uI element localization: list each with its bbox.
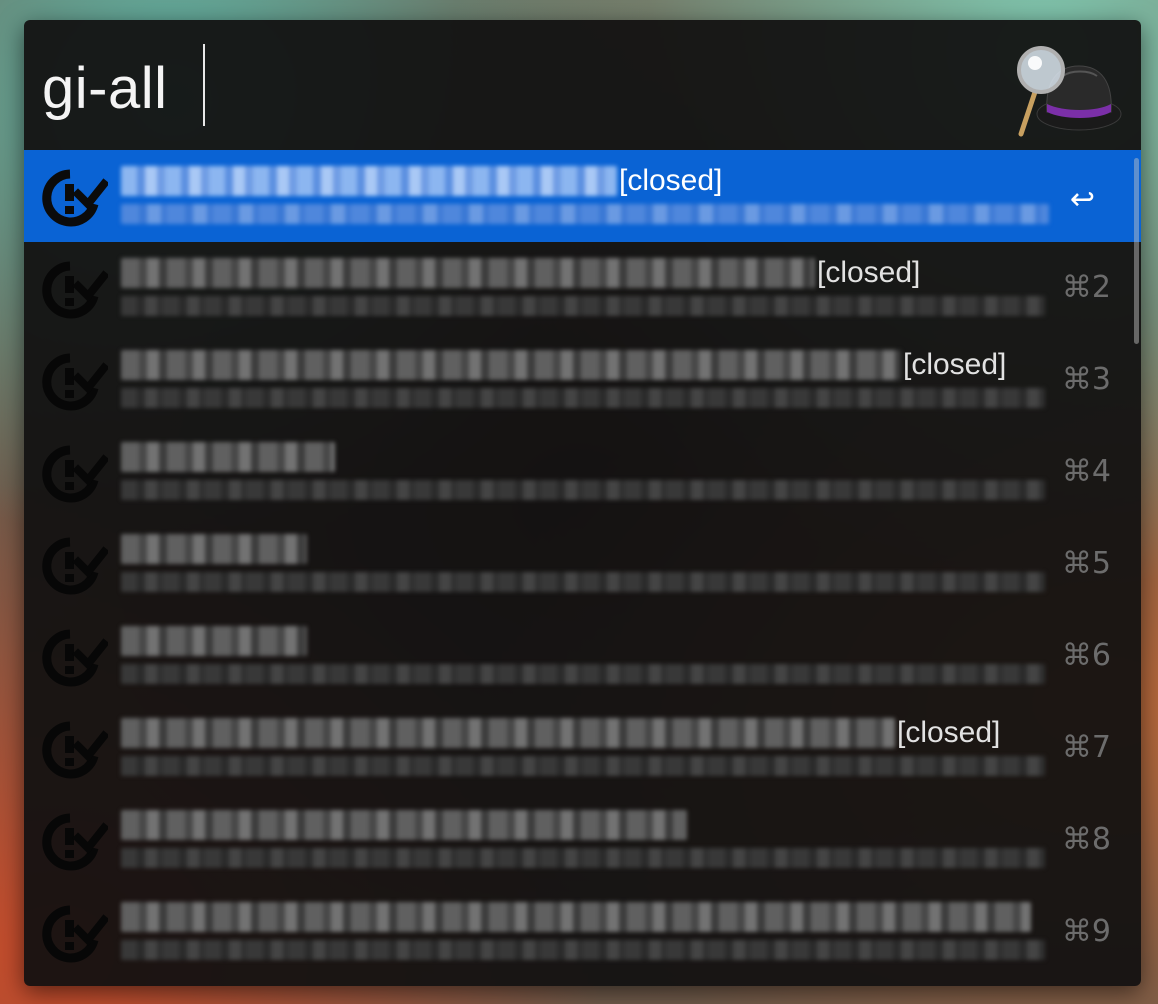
shortcut-hint: ⌘8 [1061, 822, 1111, 857]
redacted-title [121, 718, 895, 748]
redacted-title [121, 810, 687, 840]
shortcut-hint: ⌘6 [1061, 638, 1111, 673]
return-key-hint: ↩ [1069, 182, 1095, 217]
result-row-9[interactable]: ⌘9 [24, 886, 1141, 978]
issue-closed-icon [42, 261, 108, 319]
result-title [121, 898, 1033, 936]
shortcut-hint: ⌘2 [1061, 270, 1111, 305]
result-subtitle [121, 296, 1045, 316]
redacted-title [121, 534, 307, 564]
shortcut-hint: ⌘4 [1061, 454, 1111, 489]
result-title: [closed] [121, 254, 920, 292]
redacted-title [121, 350, 901, 380]
result-subtitle [121, 940, 1045, 960]
result-title: [closed] [121, 714, 1000, 752]
result-title [121, 530, 309, 568]
shortcut-hint: ⌘7 [1061, 730, 1111, 765]
issue-closed-icon [42, 721, 108, 779]
result-row-5[interactable]: ⌘5 [24, 518, 1141, 610]
status-label: [closed] [903, 348, 1007, 381]
issue-closed-icon [42, 537, 108, 595]
result-subtitle [121, 756, 1045, 776]
issue-closed-icon [42, 629, 108, 687]
issue-closed-icon [42, 169, 108, 227]
redacted-title [121, 442, 335, 472]
result-subtitle [121, 848, 1045, 868]
result-row-3[interactable]: [closed] ⌘3 [24, 334, 1141, 426]
redacted-title [121, 258, 815, 288]
text-caret [203, 44, 205, 126]
result-subtitle [121, 204, 1049, 224]
alfred-hat-magnifier-icon [1017, 46, 1122, 137]
shortcut-hint: ⌘3 [1061, 362, 1111, 397]
status-label: [closed] [817, 256, 921, 289]
issue-closed-icon [42, 813, 108, 871]
alfred-window: gi-all [closed] ↩ [closed] ⌘2 [closed] ⌘… [24, 20, 1141, 986]
result-title [121, 806, 689, 844]
result-subtitle [121, 664, 1045, 684]
result-title: [closed] [121, 346, 1006, 384]
result-row-7[interactable]: [closed] ⌘7 [24, 702, 1141, 794]
result-row-4[interactable]: ⌘4 [24, 426, 1141, 518]
result-title [121, 622, 309, 660]
result-title [121, 438, 337, 476]
search-input[interactable]: gi-all [42, 54, 168, 124]
results-scrollbar[interactable] [1134, 158, 1139, 344]
result-subtitle [121, 480, 1045, 500]
redacted-title [121, 626, 307, 656]
redacted-title [121, 166, 617, 196]
result-title: [closed] [121, 162, 722, 200]
issue-closed-icon [42, 445, 108, 503]
result-row-2[interactable]: [closed] ⌘2 [24, 242, 1141, 334]
result-subtitle [121, 388, 1045, 408]
issue-closed-icon [42, 905, 108, 963]
status-label: [closed] [619, 164, 723, 197]
redacted-title [121, 902, 1031, 932]
result-row-6[interactable]: ⌘6 [24, 610, 1141, 702]
issue-closed-icon [42, 353, 108, 411]
shortcut-hint: ⌘9 [1061, 914, 1111, 949]
result-row-8[interactable]: ⌘8 [24, 794, 1141, 886]
result-subtitle [121, 572, 1045, 592]
results-list: [closed] ↩ [closed] ⌘2 [closed] ⌘3 ⌘4 ⌘5… [24, 150, 1141, 986]
search-bar[interactable]: gi-all [24, 20, 1141, 150]
shortcut-hint: ⌘5 [1061, 546, 1111, 581]
status-label: [closed] [897, 716, 1001, 749]
result-row-1[interactable]: [closed] ↩ [24, 150, 1141, 242]
